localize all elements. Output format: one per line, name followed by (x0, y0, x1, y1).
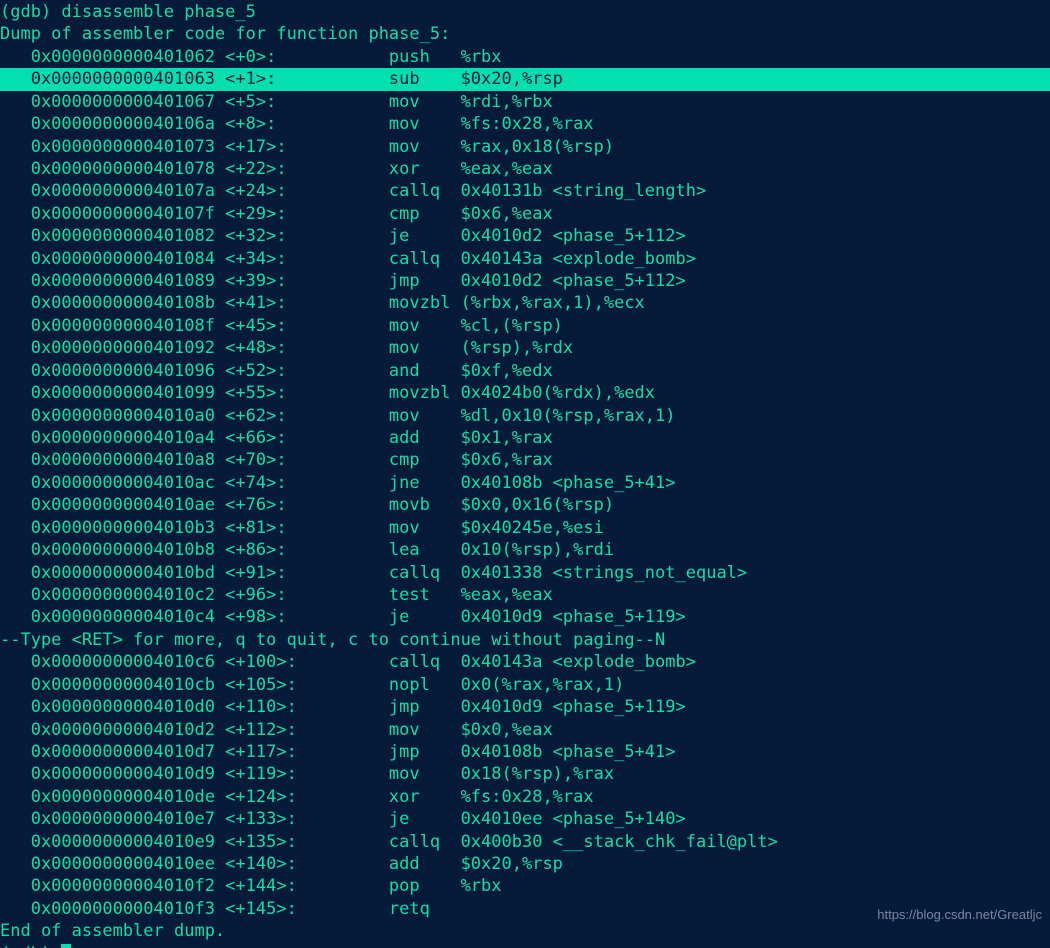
instruction-row: 0x000000000040107f <+29>: cmp $0x6,%eax (0, 203, 553, 224)
instruction-row: 0x0000000000401062 <+0>: push %rbx (0, 46, 502, 67)
instruction-row: 0x0000000000401067 <+5>: mov %rdi,%rbx (0, 91, 553, 112)
instruction-row: 0x0000000000401063 <+1>: sub $0x20,%rsp (0, 68, 1050, 91)
instruction-row: 0x00000000004010c6 <+100>: callq 0x40143… (0, 652, 696, 673)
instruction-row: 0x00000000004010de <+124>: xor %fs:0x28,… (0, 786, 594, 807)
pager-prompt-line[interactable]: --Type <RET> for more, q to quit, c to c… (0, 629, 1050, 651)
instruction-row: 0x00000000004010b8 <+86>: lea 0x10(%rsp)… (0, 540, 615, 561)
instruction-row: 0x00000000004010b3 <+81>: mov $0x40245e,… (0, 517, 604, 538)
terminal-screen: (gdb) disassemble phase_5 Dump of assembl… (0, 0, 1050, 948)
instruction-row: 0x00000000004010f2 <+144>: pop %rbx (0, 876, 502, 897)
instruction-row: 0x00000000004010a0 <+62>: mov %dl,0x10(%… (0, 405, 676, 426)
instruction-row: 0x00000000004010c2 <+96>: test %eax,%eax (0, 584, 553, 605)
instruction-row: 0x00000000004010e9 <+135>: callq 0x400b3… (0, 831, 778, 852)
instruction-row: 0x00000000004010d2 <+112>: mov $0x0,%eax (0, 719, 553, 740)
instruction-row: 0x00000000004010c4 <+98>: je 0x4010d9 <p… (0, 607, 686, 628)
instruction-row: 0x0000000000401092 <+48>: mov (%rsp),%rd… (0, 338, 574, 359)
prompt-label: (gdb) (0, 944, 61, 948)
instruction-row: 0x000000000040107a <+24>: callq 0x40131b… (0, 181, 707, 202)
instruction-row: 0x0000000000401089 <+39>: jmp 0x4010d2 <… (0, 271, 686, 292)
instruction-row: 0x000000000040106a <+8>: mov %fs:0x28,%r… (0, 114, 594, 135)
instruction-row: 0x0000000000401078 <+22>: xor %eax,%eax (0, 158, 553, 179)
instruction-row: 0x0000000000401082 <+32>: je 0x4010d2 <p… (0, 226, 686, 247)
instruction-row: 0x00000000004010e7 <+133>: je 0x4010ee <… (0, 809, 686, 830)
instruction-row: 0x000000000040108f <+45>: mov %cl,(%rsp) (0, 315, 563, 336)
dump-header-line: Dump of assembler code for function phas… (0, 24, 451, 45)
instruction-row: 0x00000000004010d7 <+117>: jmp 0x40108b … (0, 741, 676, 762)
command-line[interactable]: (gdb) disassemble phase_5 (0, 1, 1050, 23)
instruction-row: 0x00000000004010ae <+76>: movb $0x0,0x16… (0, 495, 615, 516)
instruction-row: 0x00000000004010a8 <+70>: cmp $0x6,%rax (0, 450, 553, 471)
instruction-row: 0x00000000004010d9 <+119>: mov 0x18(%rsp… (0, 764, 615, 785)
instruction-row: 0x00000000004010cb <+105>: nopl 0x0(%rax… (0, 674, 625, 695)
terminal-window[interactable]: (gdb) disassemble phase_5 Dump of assembl… (0, 0, 1050, 948)
text-cursor (61, 943, 72, 948)
instruction-row: 0x00000000004010a4 <+66>: add $0x1,%rax (0, 428, 553, 449)
instruction-row: 0x0000000000401099 <+55>: movzbl 0x4024b… (0, 383, 656, 404)
instruction-row: 0x0000000000401073 <+17>: mov %rax,0x18(… (0, 136, 615, 157)
instruction-row: 0x00000000004010ee <+140>: add $0x20,%rs… (0, 854, 563, 875)
instruction-row: 0x00000000004010d0 <+110>: jmp 0x4010d9 … (0, 697, 686, 718)
instruction-row: 0x000000000040108b <+41>: movzbl (%rbx,%… (0, 293, 645, 314)
instruction-row: 0x0000000000401096 <+52>: and $0xf,%edx (0, 360, 553, 381)
watermark-text: https://blog.csdn.net/Greatljc (877, 906, 1042, 922)
instruction-row: 0x00000000004010bd <+91>: callq 0x401338… (0, 562, 748, 583)
instruction-row: 0x00000000004010ac <+74>: jne 0x40108b <… (0, 472, 676, 493)
final-prompt-line[interactable]: (gdb) (0, 943, 1050, 948)
instruction-row: 0x0000000000401084 <+34>: callq 0x40143a… (0, 248, 696, 269)
